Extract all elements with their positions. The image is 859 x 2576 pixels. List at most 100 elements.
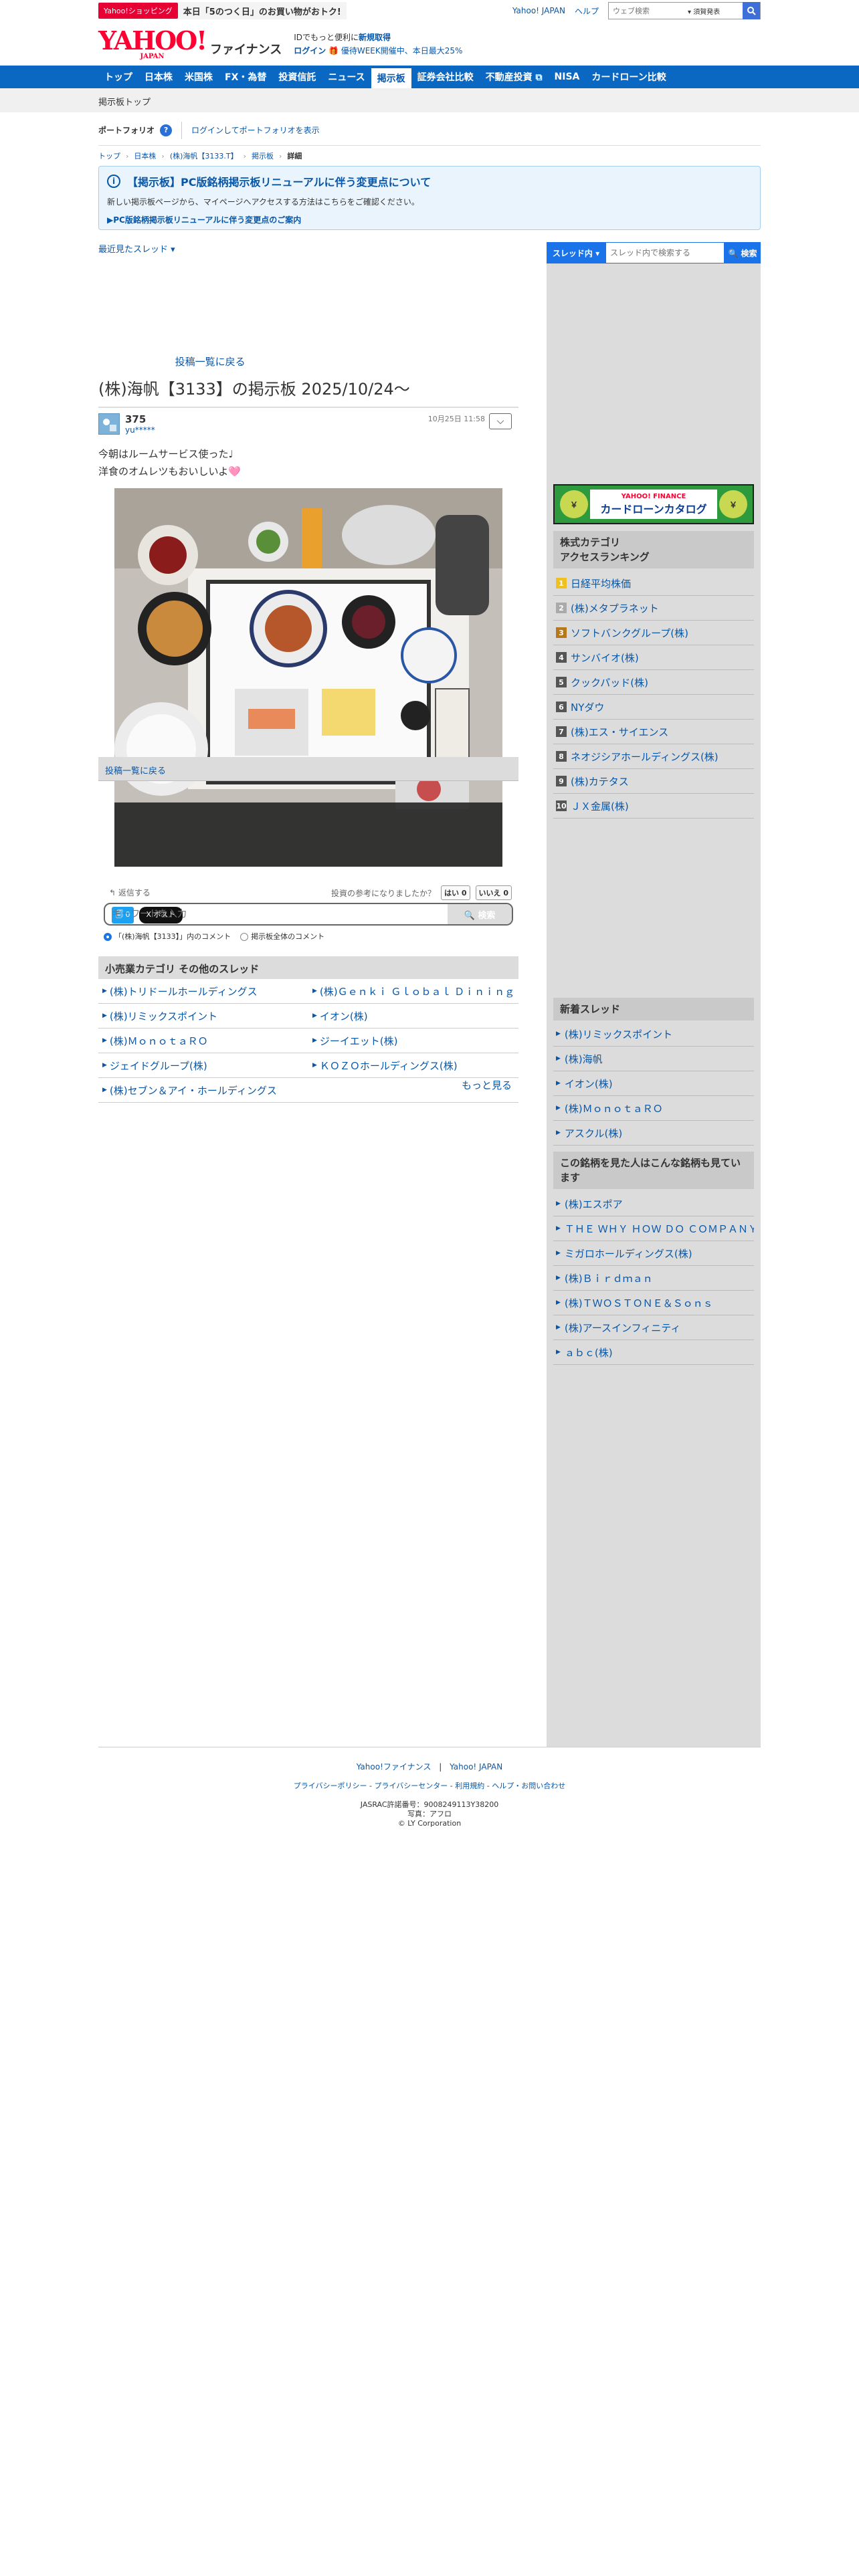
also-viewed-item-label: ＴＨＥ ＷＨＹ ＨＯＷ ＤＯ ＣＯＭＰＡＮＹ(株) <box>564 1222 754 1235</box>
category-thread-link[interactable]: ▶ (株)ＭｏｎｏｔａＲＯ <box>98 1029 308 1053</box>
also-viewed-item[interactable]: ▶ＴＨＥ ＷＨＹ ＨＯＷ ＤＯ ＣＯＭＰＡＮＹ(株) <box>553 1216 754 1241</box>
new-thread-item[interactable]: ▶ (株)海帆 <box>553 1047 754 1071</box>
yahoo-finance-logo[interactable]: YAHOO! JAPAN ファイナンス <box>98 28 282 60</box>
new-thread-item[interactable]: ▶ イオン(株) <box>553 1071 754 1096</box>
recent-threads-dropdown[interactable]: 最近見たスレッド ▾ <box>98 245 175 255</box>
also-viewed-item[interactable]: ▶ (株)ＴＷＯＳＴＯＮＥ＆Ｓｏｎｓ <box>553 1291 754 1315</box>
post-number[interactable]: 375 <box>125 413 146 425</box>
also-viewed-item-label: (株)エスポア <box>564 1198 623 1210</box>
new-thread-item[interactable]: ▶ (株)リミックスポイント <box>553 1022 754 1047</box>
avatar[interactable] <box>98 413 120 435</box>
sub-nav: 掲示板トップ <box>0 88 859 112</box>
help-link[interactable]: ヘルプ <box>575 5 599 17</box>
yahoo-japan-link[interactable]: Yahoo! JAPAN <box>512 6 565 15</box>
signup-link[interactable]: 新規取得 <box>359 33 391 42</box>
rank-badge: 2 <box>556 603 567 613</box>
back-to-list-link[interactable]: 投稿一覧に戻る <box>175 354 246 368</box>
ranking-item[interactable]: 6 NYダウ <box>553 695 754 720</box>
web-search-input[interactable] <box>609 3 688 19</box>
nav-item[interactable]: 証券会社比較 <box>411 66 480 88</box>
scope-thread-radio[interactable]: 「(株)海帆【3133】」内のコメント <box>104 931 231 942</box>
main-column: 最近見たスレッド ▾ 投稿一覧に戻る (株)海帆【3133】の掲示板 2025/… <box>98 242 518 1103</box>
breadcrumb-item[interactable]: 日本株 <box>134 150 156 161</box>
ranking-item[interactable]: 9 (株)カテタス <box>553 769 754 794</box>
ranking-item[interactable]: 7 (株)エス・サイエンス <box>553 720 754 744</box>
also-viewed-item[interactable]: ▶ (株)Ｂｉｒｄｍａｎ <box>553 1266 754 1291</box>
category-thread-link[interactable]: ▶ (株)リミックスポイント <box>98 1004 308 1028</box>
portfolio-login-link[interactable]: ログインしてポートフォリオを表示 <box>191 124 320 136</box>
ranking-item[interactable]: 3 ソフトバンクグループ(株) <box>553 621 754 645</box>
search-icon[interactable] <box>743 2 760 19</box>
more-link[interactable]: もっと見る <box>462 1078 518 1102</box>
nav-item[interactable]: トップ <box>98 66 138 88</box>
keyword-search-button[interactable]: 🔍 検索 <box>448 904 512 924</box>
nav-item[interactable]: 掲示板 <box>371 68 411 88</box>
footer-link[interactable]: プライバシーセンター <box>375 1782 448 1790</box>
ranking-item[interactable]: 10 ＪＸ金属(株) <box>553 794 754 819</box>
new-threads-heading: 新着スレッド <box>553 998 754 1021</box>
search-scope-select[interactable]: スレッド内 ▾ <box>547 242 605 263</box>
ranking-label: (株)エス・サイエンス <box>571 726 669 738</box>
keyword-input[interactable] <box>105 905 440 924</box>
nav-item[interactable]: NISA <box>549 66 586 88</box>
also-viewed-item[interactable]: ▶ (株)エスポア <box>553 1192 754 1216</box>
ranking-item[interactable]: 2 (株)メタプラネット <box>553 596 754 621</box>
nav-list: トップ 日本株 米国株 FX・為替 投資信託 ニュース 掲示板 証券会社比較 不動産投資 ⧉ NI… <box>98 66 672 88</box>
nav-item[interactable]: 投資信託 <box>272 66 322 88</box>
login-link[interactable]: ログイン <box>294 46 326 56</box>
radio-checked-icon <box>104 933 112 941</box>
vote-yes-button[interactable]: はい 0 <box>441 885 470 900</box>
reply-button[interactable]: ↰ 返信する <box>109 887 151 898</box>
footer-link[interactable]: プライバシーポリシー <box>294 1782 367 1790</box>
rank-badge: 4 <box>556 652 567 663</box>
also-viewed-item[interactable]: ▶ (株)アースインフィニティ <box>553 1315 754 1340</box>
new-thread-item[interactable]: ▶ (株)ＭｏｎｏｔａＲＯ <box>553 1096 754 1121</box>
shopping-promo[interactable]: Yahoo!ショッピング 本日「5のつく日」のお買い物がおトク! <box>98 2 347 19</box>
nav-item[interactable]: 日本株 <box>138 66 179 88</box>
post-menu-button[interactable]: ⌵ <box>489 413 512 429</box>
notice-link[interactable]: ▶PC版銘柄掲示板リニューアルに伴う変更点のご案内 <box>107 214 752 225</box>
ranking-item[interactable]: 8 ネオジシアホールディングス(株) <box>553 744 754 769</box>
thread-search-button[interactable]: 🔍 検索 <box>725 242 761 263</box>
category-thread-link[interactable]: ▶ ジェイドグループ(株) <box>98 1053 308 1077</box>
also-viewed-item[interactable]: ▶ ミガロホールディングス(株) <box>553 1241 754 1266</box>
also-viewed-item[interactable]: ▶ ａｂｃ(株) <box>553 1340 754 1365</box>
ranking-item[interactable]: 1 日経平均株価 <box>553 571 754 596</box>
help-icon[interactable]: ? <box>160 124 173 136</box>
footer-finance-link[interactable]: Yahoo!ファイナンス <box>357 1762 432 1772</box>
category-thread-link[interactable]: ▶ イオン(株) <box>308 1004 518 1028</box>
back-to-list-link[interactable]: 投稿一覧に戻る <box>105 766 166 776</box>
card-loan-banner[interactable]: ￥ YAHOO! FINANCE カードローンカタログ ￥ <box>553 484 754 524</box>
thread-search-input[interactable] <box>605 242 725 263</box>
post-user[interactable]: yu***** <box>125 425 155 435</box>
category-thread-link[interactable]: ▶ (株)トリドールホールディングス <box>98 979 308 1003</box>
breadcrumb-item[interactable]: 掲示板 <box>252 150 274 161</box>
caret-right-icon: ▶ <box>556 1349 561 1356</box>
nav-item[interactable]: 不動産投資 ⧉ <box>480 66 549 88</box>
nav-item[interactable]: カードローン比較 <box>585 66 672 88</box>
footer-link[interactable]: ヘルプ・お問い合わせ <box>492 1782 565 1790</box>
nav-item[interactable]: FX・為替 <box>219 66 272 88</box>
ranking-item[interactable]: 5 クックパッド(株) <box>553 670 754 695</box>
vote-no-button[interactable]: いいえ 0 <box>475 885 512 900</box>
new-thread-item[interactable]: ▶ アスクル(株) <box>553 1121 754 1146</box>
category-thread-link[interactable]: ▶ ＫＯＺＯホールディングス(株) <box>308 1053 518 1077</box>
scope-all-radio[interactable]: 掲示板全体のコメント <box>240 931 324 942</box>
footer-japan-link[interactable]: Yahoo! JAPAN <box>450 1762 502 1772</box>
nav-item[interactable]: ニュース <box>322 66 371 88</box>
ranking-item[interactable]: 4 サンバイオ(株) <box>553 645 754 670</box>
footer-link[interactable]: 利用規約 <box>455 1782 484 1790</box>
post-photo[interactable] <box>114 488 502 867</box>
logo-text: YAHOO! <box>98 25 207 56</box>
category-thread-link[interactable]: ▶ (株)セブン＆アイ・ホールディングス <box>98 1078 308 1102</box>
category-thread-link[interactable]: ▶ ジーイエット(株) <box>308 1029 518 1053</box>
notice-title[interactable]: 【掲示板】PC版銘柄掲示板リニューアルに伴う変更点について <box>127 173 431 189</box>
breadcrumb-item[interactable]: (株)海帆【3133.T】 <box>170 150 238 161</box>
campaign-link[interactable]: 🎁 優待WEEK開催中、本日最大25% <box>328 46 462 56</box>
nav-item[interactable]: 米国株 <box>179 66 219 88</box>
category-thread-link[interactable]: ▶ (株)Ｇｅｎｋｉ Ｇｌｏｂａｌ Ｄｉｎｉｎｇ <box>308 979 518 1003</box>
board-top-link[interactable]: 掲示板トップ <box>98 95 151 108</box>
ranking-label: サンバイオ(株) <box>571 651 639 664</box>
breadcrumb-item[interactable]: トップ <box>98 150 120 161</box>
search-option[interactable]: ▾ 須賀発表 <box>688 6 723 16</box>
